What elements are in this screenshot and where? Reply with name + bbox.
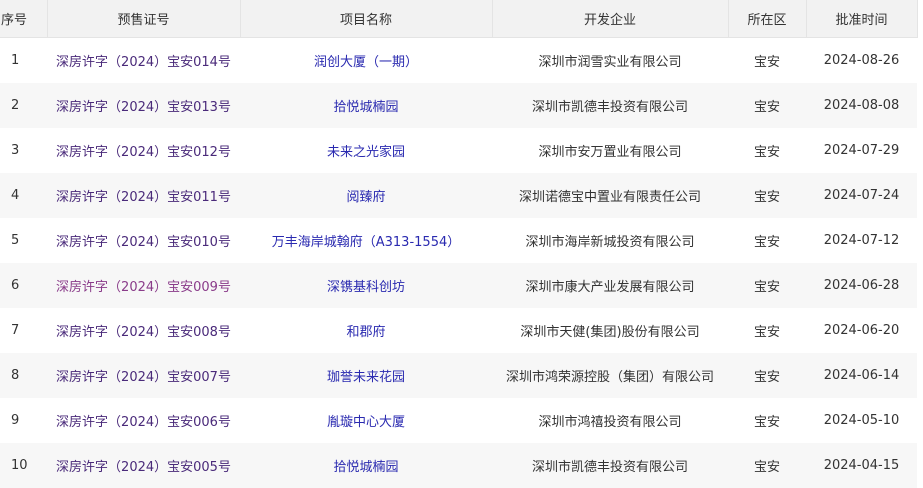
project-link[interactable]: 和郡府 bbox=[346, 325, 385, 340]
license-link[interactable]: 深房许字（2024）宝安007号 bbox=[56, 370, 231, 385]
header-license-no: 预售证号 bbox=[47, 0, 241, 38]
cell-date: 2024-06-28 bbox=[806, 263, 917, 308]
table-row: 5 深房许字（2024）宝安010号 万丰海岸城翰府（A313-1554） 深圳… bbox=[0, 218, 917, 263]
license-link[interactable]: 深房许字（2024）宝安012号 bbox=[56, 145, 231, 160]
license-link[interactable]: 深房许字（2024）宝安006号 bbox=[56, 415, 231, 430]
table-row: 8 深房许字（2024）宝安007号 珈誉未来花园 深圳市鸿荣源控股（集团）有限… bbox=[0, 353, 917, 398]
cell-developer: 深圳市康大产业发展有限公司 bbox=[492, 263, 728, 308]
table-row: 1 深房许字（2024）宝安014号 润创大厦（一期） 深圳市润雪实业有限公司 … bbox=[0, 38, 917, 84]
cell-date: 2024-07-24 bbox=[806, 173, 917, 218]
cell-district: 宝安 bbox=[753, 235, 780, 250]
cell-district: 宝安 bbox=[753, 145, 780, 160]
cell-district: 宝安 bbox=[728, 353, 806, 398]
table-row: 10 深房许字（2024）宝安005号 拾悦城楠园 深圳市凯德丰投资有限公司 宝… bbox=[0, 443, 917, 488]
project-link[interactable]: 润创大厦（一期） bbox=[314, 55, 418, 70]
header-district: 所在区 bbox=[728, 0, 807, 38]
cell-developer: 深圳市润雪实业有限公司 bbox=[538, 55, 682, 70]
license-link[interactable]: 深房许字（2024）宝安011号 bbox=[56, 190, 231, 205]
license-link[interactable]: 深房许字（2024）宝安010号 bbox=[56, 235, 231, 250]
cell-district: 宝安 bbox=[728, 263, 806, 308]
license-link[interactable]: 深房许字（2024）宝安005号 bbox=[56, 460, 231, 475]
table-row: 3 深房许字（2024）宝安012号 未来之光家园 深圳市安万置业有限公司 宝安… bbox=[0, 128, 917, 173]
cell-index: 10 bbox=[0, 443, 47, 488]
header-index: 序号 bbox=[0, 0, 48, 38]
project-link[interactable]: 拾悦城楠园 bbox=[333, 460, 398, 475]
project-link[interactable]: 拾悦城楠园 bbox=[333, 100, 398, 115]
table-header-row: 序号 预售证号 项目名称 开发企业 所在区 批准时间 bbox=[0, 0, 918, 38]
cell-index: 7 bbox=[11, 323, 20, 338]
project-link[interactable]: 珈誉未来花园 bbox=[327, 370, 405, 385]
cell-index: 9 bbox=[11, 413, 20, 428]
cell-date: 2024-06-14 bbox=[806, 353, 917, 398]
cell-index: 5 bbox=[11, 233, 20, 248]
cell-district: 宝安 bbox=[728, 83, 806, 128]
project-link[interactable]: 胤璇中心大厦 bbox=[327, 415, 405, 430]
cell-developer: 深圳市凯德丰投资有限公司 bbox=[492, 443, 728, 488]
cell-date: 2024-08-26 bbox=[823, 53, 900, 68]
cell-district: 宝安 bbox=[753, 55, 780, 70]
table-row: 6 深房许字（2024）宝安009号 深镌基科创坊 深圳市康大产业发展有限公司 … bbox=[0, 263, 917, 308]
cell-district: 宝安 bbox=[728, 173, 806, 218]
cell-developer: 深圳市天健(集团)股份有限公司 bbox=[520, 325, 700, 340]
cell-developer: 深圳市鸿禧投资有限公司 bbox=[538, 415, 682, 430]
header-project-name: 项目名称 bbox=[240, 0, 493, 38]
license-link[interactable]: 深房许字（2024）宝安009号 bbox=[56, 280, 231, 295]
cell-date: 2024-08-08 bbox=[806, 83, 917, 128]
license-link[interactable]: 深房许字（2024）宝安014号 bbox=[56, 55, 231, 70]
table-row: 7 深房许字（2024）宝安008号 和郡府 深圳市天健(集团)股份有限公司 宝… bbox=[0, 308, 917, 353]
cell-index: 8 bbox=[0, 353, 47, 398]
project-link[interactable]: 万丰海岸城翰府（A313-1554） bbox=[272, 235, 460, 250]
cell-developer: 深圳市鸿荣源控股（集团）有限公司 bbox=[492, 353, 728, 398]
cell-developer: 深圳市凯德丰投资有限公司 bbox=[492, 83, 728, 128]
cell-date: 2024-05-10 bbox=[823, 413, 900, 428]
cell-district: 宝安 bbox=[753, 325, 780, 340]
table-row: 4 深房许字（2024）宝安011号 阅臻府 深圳诺德宝中置业有限责任公司 宝安… bbox=[0, 173, 917, 218]
cell-index: 3 bbox=[11, 143, 20, 158]
license-link[interactable]: 深房许字（2024）宝安013号 bbox=[56, 100, 231, 115]
cell-district: 宝安 bbox=[753, 415, 780, 430]
header-approval-date: 批准时间 bbox=[806, 0, 918, 38]
header-developer: 开发企业 bbox=[492, 0, 729, 38]
license-link[interactable]: 深房许字（2024）宝安008号 bbox=[56, 325, 231, 340]
cell-index: 4 bbox=[0, 173, 47, 218]
cell-date: 2024-07-29 bbox=[823, 143, 900, 158]
cell-date: 2024-04-15 bbox=[806, 443, 917, 488]
table-row: 2 深房许字（2024）宝安013号 拾悦城楠园 深圳市凯德丰投资有限公司 宝安… bbox=[0, 83, 917, 128]
cell-index: 2 bbox=[0, 83, 47, 128]
table-row: 9 深房许字（2024）宝安006号 胤璇中心大厦 深圳市鸿禧投资有限公司 宝安… bbox=[0, 398, 917, 443]
cell-developer: 深圳市安万置业有限公司 bbox=[538, 145, 682, 160]
cell-index: 6 bbox=[0, 263, 47, 308]
cell-date: 2024-06-20 bbox=[823, 323, 900, 338]
project-link[interactable]: 未来之光家园 bbox=[327, 145, 405, 160]
project-link[interactable]: 阅臻府 bbox=[346, 190, 385, 205]
presale-license-table: 序号 预售证号 项目名称 开发企业 所在区 批准时间 1 深房许字（2024）宝… bbox=[0, 0, 918, 488]
cell-developer: 深圳诺德宝中置业有限责任公司 bbox=[492, 173, 728, 218]
project-link[interactable]: 深镌基科创坊 bbox=[327, 280, 405, 295]
cell-index: 1 bbox=[11, 53, 20, 68]
cell-district: 宝安 bbox=[728, 443, 806, 488]
cell-developer: 深圳市海岸新城投资有限公司 bbox=[525, 235, 695, 250]
cell-date: 2024-07-12 bbox=[823, 233, 900, 248]
